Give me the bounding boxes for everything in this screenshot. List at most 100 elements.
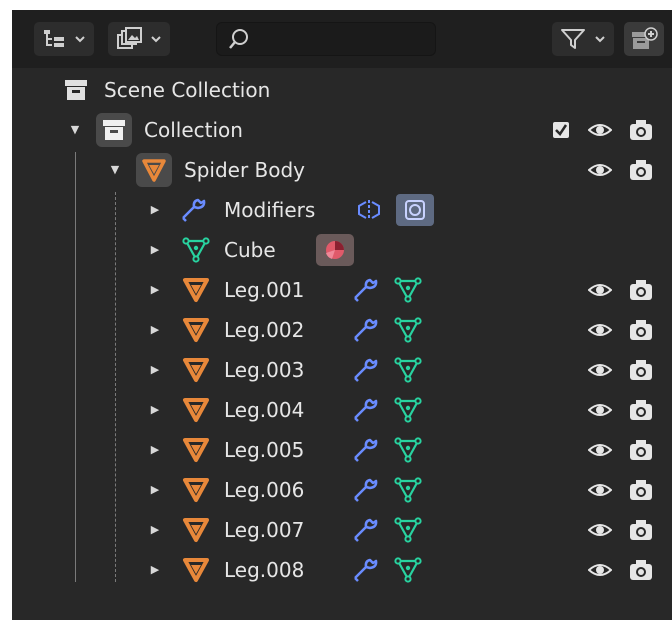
cube-label: Cube xyxy=(224,238,276,262)
expand-right-icon[interactable]: ▶ xyxy=(148,350,162,390)
camera-icon[interactable] xyxy=(628,318,654,342)
expand-right-icon[interactable]: ▶ xyxy=(148,270,162,310)
modifiers-row[interactable]: ▶ Modifiers xyxy=(12,190,672,230)
filter-icon xyxy=(561,29,585,49)
eye-icon[interactable] xyxy=(588,320,612,340)
chevron-down-icon xyxy=(595,36,605,43)
spider-body-row[interactable]: ▼ Spider Body xyxy=(12,150,672,190)
camera-icon[interactable] xyxy=(628,478,654,502)
material-box xyxy=(316,234,354,266)
modifiers-label: Modifiers xyxy=(224,198,316,222)
leg-label: Leg.002 xyxy=(224,318,305,342)
camera-icon[interactable] xyxy=(628,398,654,422)
view-layer-dropdown[interactable] xyxy=(108,22,170,56)
eye-icon[interactable] xyxy=(588,520,612,540)
wrench-icon xyxy=(182,198,206,222)
expand-down-icon[interactable]: ▼ xyxy=(68,110,82,150)
mesh-data-icon xyxy=(394,557,422,583)
eye-icon[interactable] xyxy=(588,280,612,300)
eye-icon[interactable] xyxy=(588,560,612,580)
eye-icon[interactable] xyxy=(588,480,612,500)
expand-right-icon[interactable]: ▶ xyxy=(148,550,162,590)
camera-icon[interactable] xyxy=(628,358,654,382)
new-collection-button[interactable] xyxy=(624,22,664,56)
eye-icon[interactable] xyxy=(588,120,612,140)
scene-collection-icon xyxy=(65,80,87,100)
mesh-data-icon xyxy=(394,397,422,423)
chevron-down-icon xyxy=(151,36,161,43)
scene-collection-row[interactable]: Scene Collection xyxy=(12,70,672,110)
search-field[interactable] xyxy=(216,22,436,56)
wrench-icon xyxy=(354,478,378,502)
leg-label: Leg.001 xyxy=(224,278,305,302)
leg-label: Leg.007 xyxy=(224,518,305,542)
expand-down-icon[interactable]: ▼ xyxy=(108,150,122,190)
outliner-panel: Scene Collection ▼ Collection ▼ Spider B… xyxy=(12,10,672,620)
mesh-data-icon xyxy=(394,317,422,343)
leg-label: Leg.005 xyxy=(224,438,305,462)
expand-right-icon[interactable]: ▶ xyxy=(148,190,162,230)
camera-icon[interactable] xyxy=(628,278,654,302)
scene-collection-label: Scene Collection xyxy=(104,78,271,102)
mesh-object-icon xyxy=(183,438,209,462)
object-icon-box xyxy=(136,153,172,187)
exclude-checkbox-icon[interactable] xyxy=(552,121,570,139)
wrench-icon xyxy=(354,398,378,422)
new-collection-icon xyxy=(632,27,658,49)
mesh-data-icon xyxy=(394,437,422,463)
collection-icon-box xyxy=(96,113,132,147)
leg-row-8[interactable]: ▶ Leg.008 xyxy=(12,550,672,590)
search-icon xyxy=(229,29,248,49)
camera-icon[interactable] xyxy=(628,118,654,142)
leg-label: Leg.008 xyxy=(224,558,305,582)
expand-right-icon[interactable]: ▶ xyxy=(148,310,162,350)
leg-label: Leg.006 xyxy=(224,478,305,502)
subdivision-modifier-box xyxy=(396,194,434,226)
leg-row-4[interactable]: ▶ Leg.004 xyxy=(12,390,672,430)
image-stack-icon xyxy=(117,27,142,49)
eye-icon[interactable] xyxy=(588,360,612,380)
wrench-icon xyxy=(354,438,378,462)
leg-row-2[interactable]: ▶ Leg.002 xyxy=(12,310,672,350)
eye-icon[interactable] xyxy=(588,400,612,420)
camera-icon[interactable] xyxy=(628,518,654,542)
filter-dropdown[interactable] xyxy=(552,22,614,56)
eye-icon[interactable] xyxy=(588,160,612,180)
wrench-icon xyxy=(354,318,378,342)
collection-row[interactable]: ▼ Collection xyxy=(12,110,672,150)
mesh-object-icon xyxy=(183,318,209,342)
eye-icon[interactable] xyxy=(588,440,612,460)
mesh-object-icon xyxy=(183,358,209,382)
leg-row-1[interactable]: ▶ Leg.001 xyxy=(12,270,672,310)
leg-row-6[interactable]: ▶ Leg.006 xyxy=(12,470,672,510)
leg-label: Leg.003 xyxy=(224,358,305,382)
collection-icon xyxy=(103,120,125,140)
camera-icon[interactable] xyxy=(628,558,654,582)
expand-right-icon[interactable]: ▶ xyxy=(148,390,162,430)
mesh-object-icon xyxy=(183,478,209,502)
mesh-data-icon xyxy=(182,237,210,263)
wrench-icon xyxy=(354,278,378,302)
chevron-down-icon xyxy=(75,36,85,43)
mesh-data-icon xyxy=(394,517,422,543)
expand-right-icon[interactable]: ▶ xyxy=(148,510,162,550)
wrench-icon xyxy=(354,558,378,582)
camera-icon[interactable] xyxy=(628,158,654,182)
expand-right-icon[interactable]: ▶ xyxy=(148,430,162,470)
display-mode-dropdown[interactable] xyxy=(34,22,94,56)
leg-row-5[interactable]: ▶ Leg.005 xyxy=(12,430,672,470)
mesh-data-icon xyxy=(394,277,422,303)
expand-right-icon[interactable]: ▶ xyxy=(148,470,162,510)
wrench-icon xyxy=(354,518,378,542)
leg-row-3[interactable]: ▶ Leg.003 xyxy=(12,350,672,390)
mesh-object-icon xyxy=(183,558,209,582)
mirror-modifier-icon xyxy=(358,200,380,220)
subdivision-modifier-icon xyxy=(405,200,425,220)
expand-right-icon[interactable]: ▶ xyxy=(148,230,162,270)
leg-row-7[interactable]: ▶ Leg.007 xyxy=(12,510,672,550)
mesh-object-icon xyxy=(183,398,209,422)
cube-row[interactable]: ▶ Cube xyxy=(12,230,672,270)
camera-icon[interactable] xyxy=(628,438,654,462)
leg-label: Leg.004 xyxy=(224,398,305,422)
spider-body-label: Spider Body xyxy=(184,158,306,182)
